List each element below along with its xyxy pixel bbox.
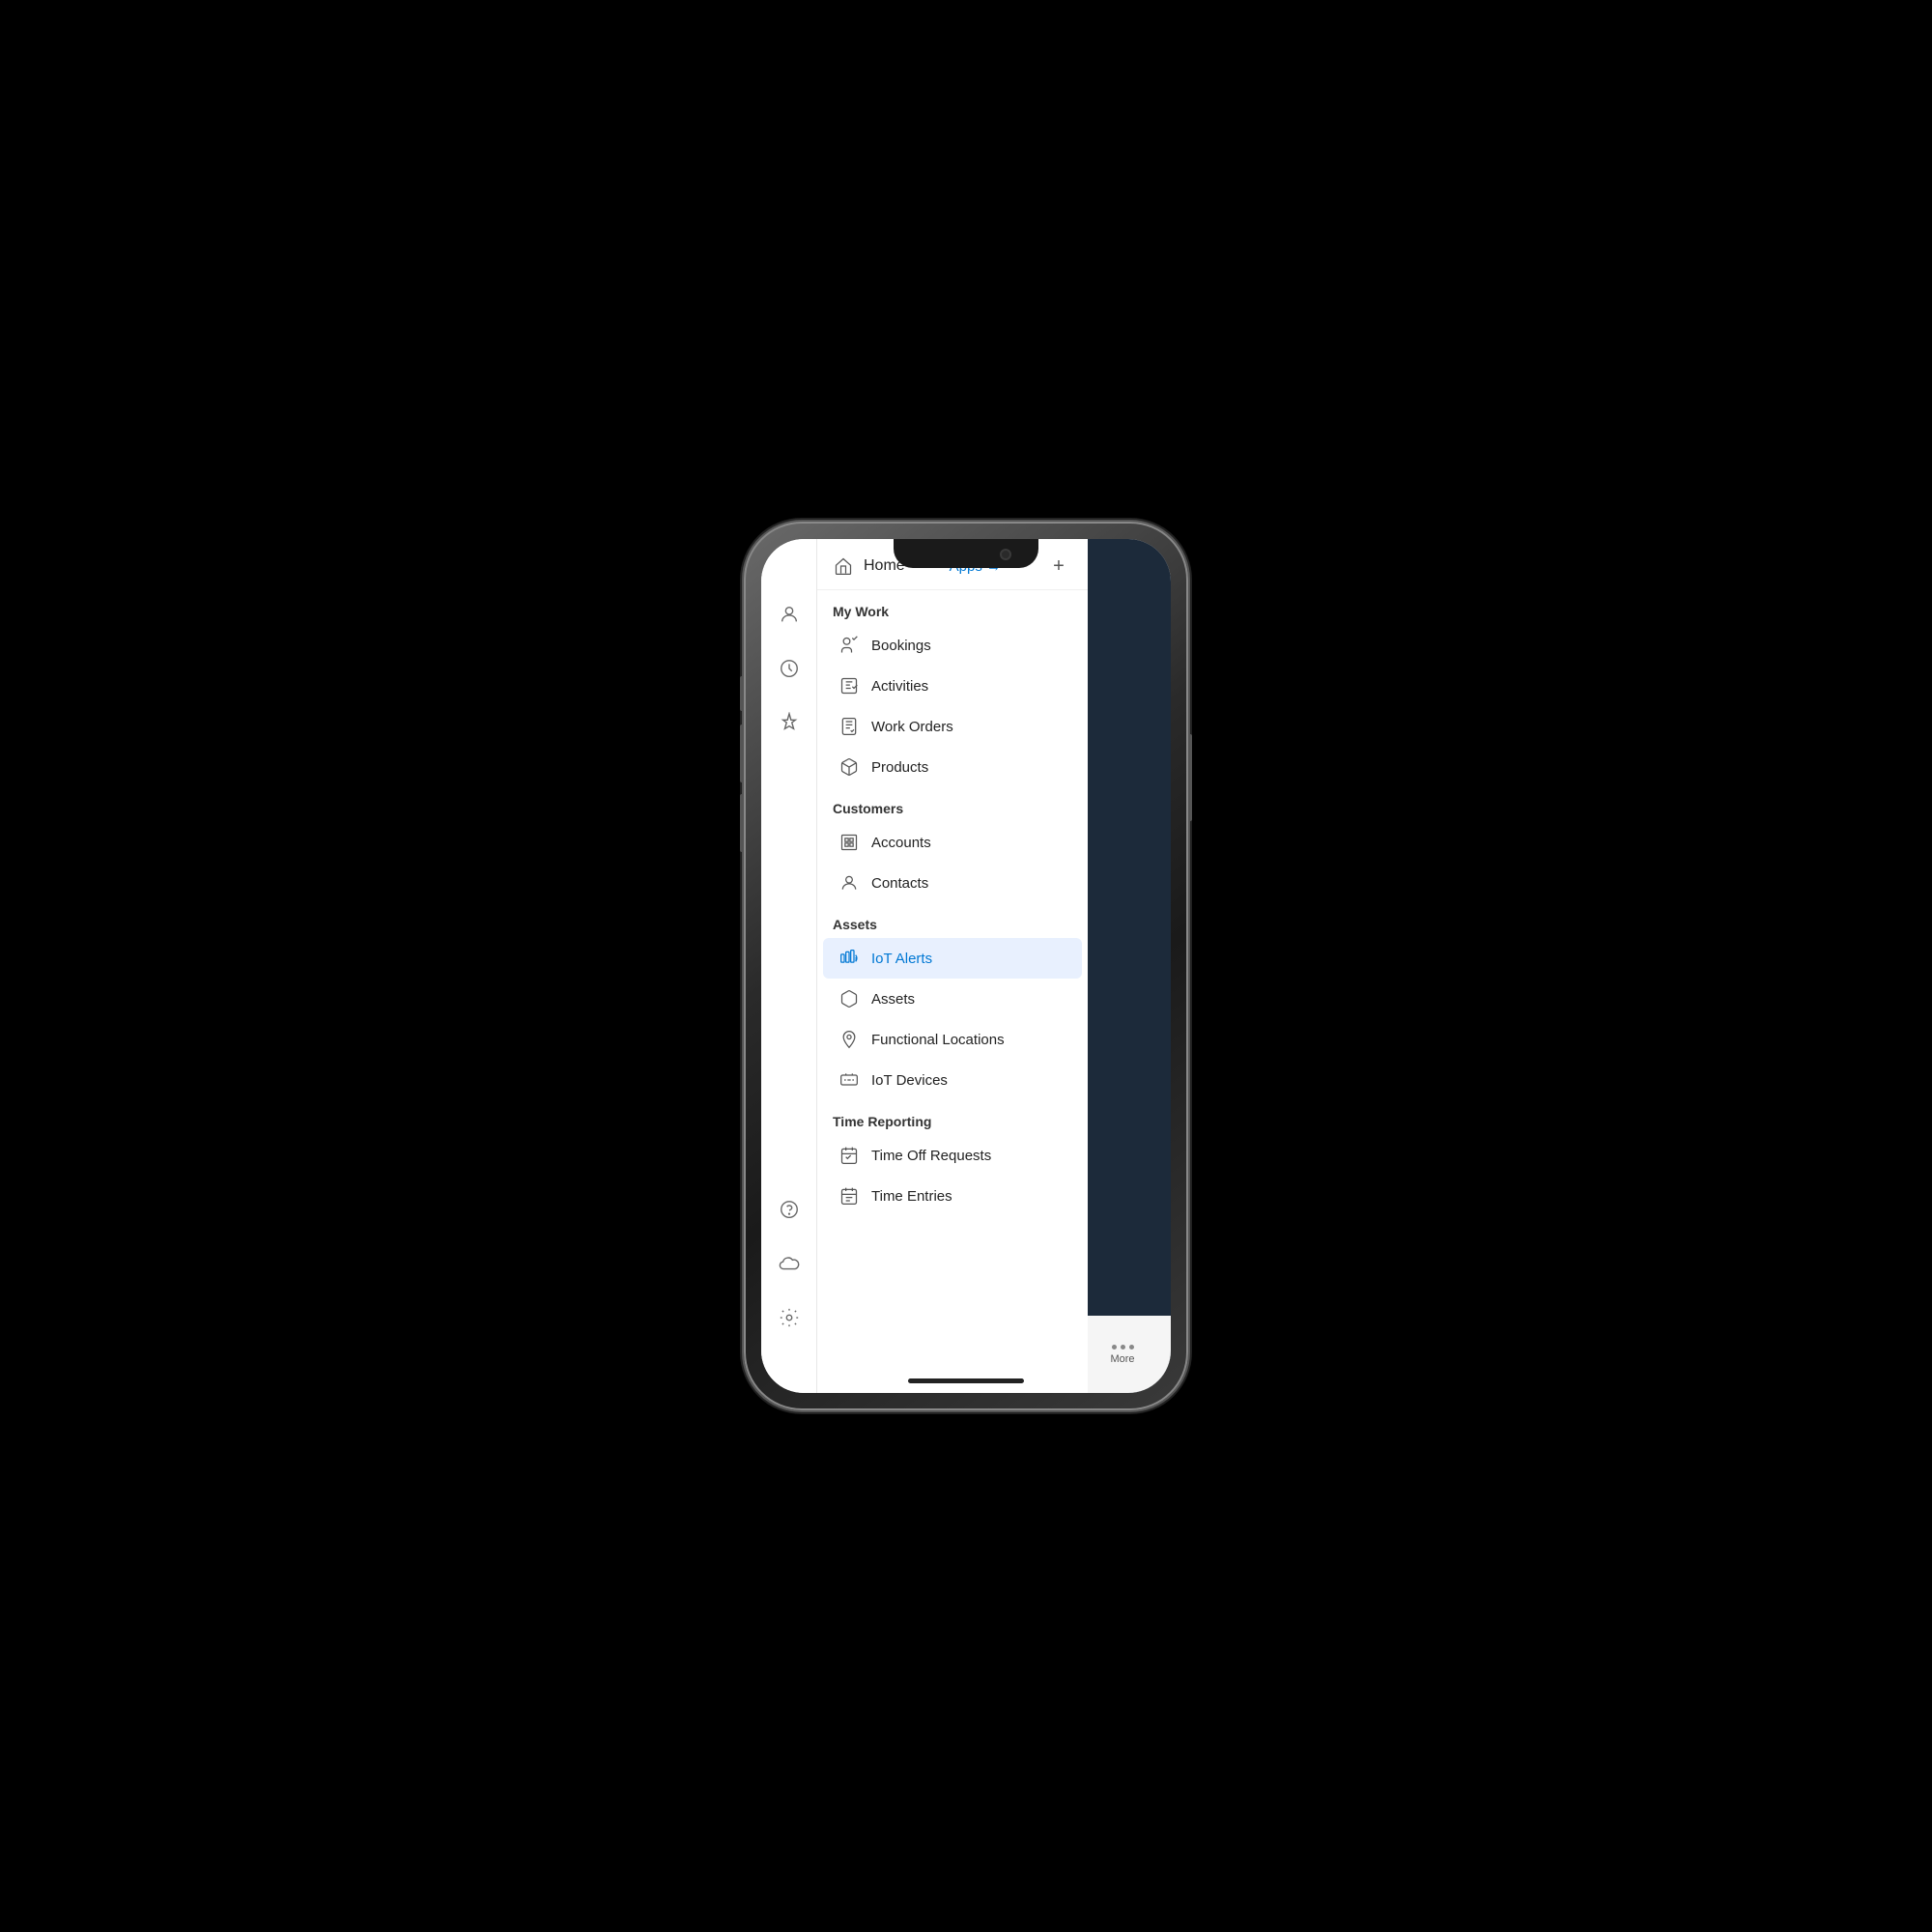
- dot: [1121, 1345, 1125, 1350]
- work-orders-icon: [838, 716, 860, 737]
- home-left: Home: [833, 555, 905, 577]
- nav-item-label-assets: Assets: [871, 991, 915, 1008]
- nav-item-activities[interactable]: Activities: [823, 666, 1082, 706]
- nav-item-accounts[interactable]: Accounts: [823, 822, 1082, 863]
- person-icon[interactable]: [772, 597, 807, 632]
- products-icon: [838, 756, 860, 778]
- nav-item-label-iot-alerts: IoT Alerts: [871, 951, 932, 967]
- phone-screen: More: [761, 539, 1171, 1393]
- power-button: [1188, 734, 1192, 821]
- more-label: More: [1110, 1353, 1134, 1365]
- nav-item-functional-locations[interactable]: Functional Locations: [823, 1019, 1082, 1060]
- time-off-requests-icon: [838, 1145, 860, 1166]
- iot-alerts-icon: [838, 948, 860, 969]
- nav-item-label-activities: Activities: [871, 678, 928, 695]
- dot: [1112, 1345, 1117, 1350]
- section-heading-customers: Customers: [817, 787, 1088, 822]
- nav-item-assets[interactable]: Assets: [823, 979, 1082, 1019]
- section-heading-time-reporting: Time Reporting: [817, 1100, 1088, 1135]
- nav-item-time-off-requests[interactable]: Time Off Requests: [823, 1135, 1082, 1176]
- nav-item-label-time-off-requests: Time Off Requests: [871, 1148, 991, 1164]
- nav-item-work-orders[interactable]: Work Orders: [823, 706, 1082, 747]
- nav-item-iot-alerts[interactable]: IoT Alerts: [823, 938, 1082, 979]
- section-heading-assets: Assets: [817, 903, 1088, 938]
- help-icon[interactable]: [772, 1192, 807, 1227]
- sidebar: [761, 539, 817, 1393]
- section-heading-my-work: My Work: [817, 590, 1088, 625]
- nav-item-label-accounts: Accounts: [871, 835, 931, 851]
- dark-background-panel: More: [1074, 539, 1171, 1393]
- phone-frame: More: [744, 522, 1188, 1410]
- mute-button: [740, 676, 744, 711]
- sidebar-bottom-icons: [772, 1192, 807, 1393]
- nav-item-label-bookings: Bookings: [871, 638, 931, 654]
- contacts-icon: [838, 872, 860, 894]
- plus-button[interactable]: +: [1045, 553, 1072, 580]
- bookings-icon: [838, 635, 860, 656]
- nav-item-label-iot-devices: IoT Devices: [871, 1072, 948, 1089]
- clock-icon[interactable]: [772, 651, 807, 686]
- volume-up-button: [740, 724, 744, 782]
- dot: [1129, 1345, 1134, 1350]
- nav-item-label-products: Products: [871, 759, 928, 776]
- assets-icon: [838, 988, 860, 1009]
- dots-indicator: [1112, 1345, 1134, 1350]
- nav-item-label-functional-locations: Functional Locations: [871, 1032, 1005, 1048]
- pin-icon[interactable]: [772, 705, 807, 740]
- bottom-tab-bar: More: [1074, 1316, 1171, 1393]
- time-entries-icon: [838, 1185, 860, 1207]
- nav-item-bookings[interactable]: Bookings: [823, 625, 1082, 666]
- home-bar: [908, 1378, 1024, 1383]
- iot-devices-icon: [838, 1069, 860, 1091]
- accounts-icon: [838, 832, 860, 853]
- nav-item-label-work-orders: Work Orders: [871, 719, 953, 735]
- cloud-icon[interactable]: [772, 1246, 807, 1281]
- front-camera: [1000, 549, 1011, 560]
- home-icon: [833, 555, 854, 577]
- nav-item-contacts[interactable]: Contacts: [823, 863, 1082, 903]
- activities-icon: [838, 675, 860, 696]
- nav-panel: Home Apps → + My WorkBookingsActivitiesW…: [817, 539, 1088, 1393]
- nav-item-label-time-entries: Time Entries: [871, 1188, 952, 1205]
- nav-item-products[interactable]: Products: [823, 747, 1082, 787]
- volume-down-button: [740, 794, 744, 852]
- nav-item-time-entries[interactable]: Time Entries: [823, 1176, 1082, 1216]
- settings-icon[interactable]: [772, 1300, 807, 1335]
- notch: [894, 539, 1038, 568]
- functional-locations-icon: [838, 1029, 860, 1050]
- nav-sections: My Work Bookings Activities Work Orders Prod…: [817, 590, 1088, 1216]
- plus-icon: +: [1053, 555, 1065, 578]
- nav-item-label-contacts: Contacts: [871, 875, 928, 892]
- nav-item-iot-devices[interactable]: IoT Devices: [823, 1060, 1082, 1100]
